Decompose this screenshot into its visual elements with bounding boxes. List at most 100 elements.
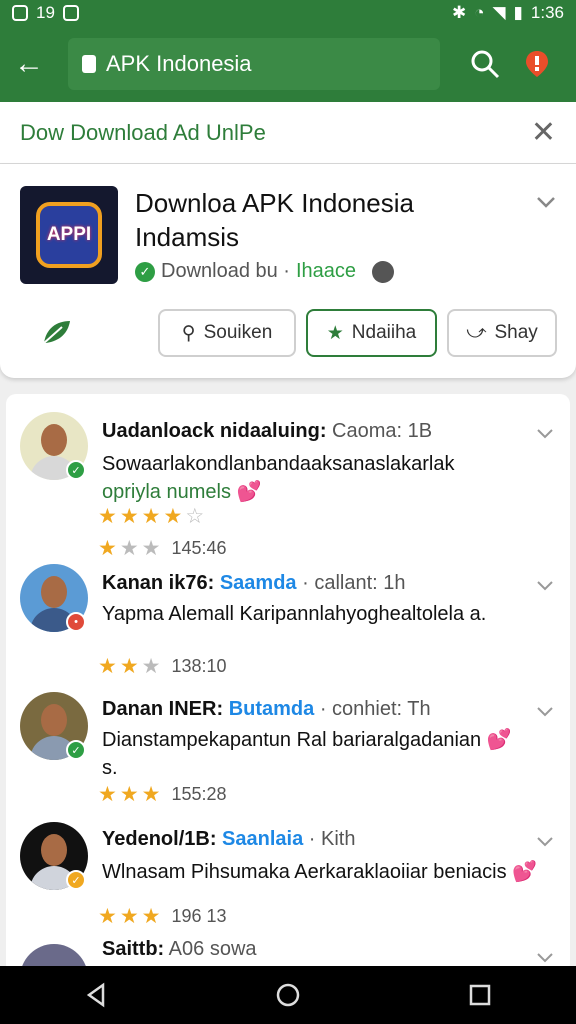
rating-stars: ★ ★ ★ 155:28 <box>98 782 227 807</box>
reviews-list: ✓ Uadanloack nidaaluing: Caoma: 1B Sowaa… <box>6 394 570 974</box>
app-card: APPI Downloa APK Indonesia Indamsis ✓ Do… <box>0 164 576 378</box>
star-icon: ★ <box>141 905 161 928</box>
star-icon: ★ <box>119 905 139 928</box>
url-bar[interactable]: APK Indonesia <box>68 38 440 90</box>
star-icon: ★ <box>141 655 161 678</box>
avatar-face <box>41 424 67 456</box>
status-time: 1:36 <box>530 3 564 22</box>
review-meta: · callant: 1h <box>302 572 406 594</box>
close-icon[interactable]: ✕ <box>531 117 556 148</box>
chevron-down-icon[interactable] <box>534 830 556 852</box>
app-publisher-line: ✓ Download bu · Ihaace <box>135 260 395 283</box>
avatar-face <box>41 834 67 866</box>
star-icon: ★ <box>141 505 161 528</box>
share-button[interactable]: ⤻ Shay <box>447 309 557 357</box>
star-icon: ★ <box>98 783 117 806</box>
globe-icon <box>372 260 395 283</box>
browser-toolbar: ← APK Indonesia <box>0 26 576 102</box>
star-icon: ★ <box>326 322 344 344</box>
chevron-down-icon[interactable] <box>534 422 556 444</box>
review-meta: A06 sowa <box>168 938 257 960</box>
app-logo: APPI <box>36 202 102 268</box>
verified-badge-icon: ✓ <box>66 460 86 480</box>
rating-stars: ★ ★ ★ 196 13 <box>98 904 227 929</box>
chevron-down-icon[interactable] <box>534 574 556 596</box>
download-banner: Dow Download Ad UnlPe ✕ <box>0 102 576 164</box>
reviewer-tag[interactable]: Saamda <box>220 572 297 594</box>
back-triangle-icon[interactable] <box>83 982 109 1008</box>
chevron-down-icon[interactable] <box>534 946 556 968</box>
star-icon: ★ <box>119 655 139 678</box>
button-label: Souiken <box>203 322 273 343</box>
avatar-face <box>41 576 67 608</box>
review-header: Kanan ik76: Saamda · callant: 1h <box>102 572 406 595</box>
app-title: Downloa APK Indonesia Indamsis <box>135 188 414 252</box>
review-header: Yedenol/1B: Saanlaia · Kith <box>102 828 355 851</box>
system-nav-bar <box>0 966 576 1024</box>
search-icon[interactable] <box>468 47 502 81</box>
status-bar: 19 ✱ ◔ ◥ ▮ 1:36 <box>0 0 576 26</box>
reviewer-tag[interactable]: Saanlaia <box>222 828 303 850</box>
review-text: Wlnasam Pihsumaka Aerkaraklaoiiar beniac… <box>102 861 538 883</box>
button-souiken[interactable]: ⚲ Souiken <box>158 309 296 357</box>
banner-text[interactable]: Dow Download Ad UnlPe <box>20 120 266 146</box>
lock-icon <box>82 55 96 73</box>
review-meta: Caoma: 1B <box>332 420 433 442</box>
review-text: Sowaarlakondlanbandaaksanaslakarlak <box>102 453 455 475</box>
rating-stars: ★ ★ ★ ★ ☆ <box>98 504 204 529</box>
leaf-icon[interactable] <box>40 317 74 347</box>
reviewer-name: Danan INER: <box>102 698 224 720</box>
battery-icon: ▮ <box>513 3 523 22</box>
review-extra: opriyla numels 💕 <box>102 481 262 503</box>
bluetooth-icon: ✱ <box>451 3 467 22</box>
star-icon: ★ <box>141 783 161 806</box>
verified-badge-icon: ✓ <box>66 740 86 760</box>
chevron-down-icon[interactable] <box>534 190 558 214</box>
review-count: 196 13 <box>171 906 227 926</box>
publisher-link[interactable]: Ihaace <box>296 260 356 283</box>
reviewer-name: Yedenol/1B: <box>102 828 217 850</box>
button-label: Shay <box>494 322 538 343</box>
share-icon: ⤻ <box>466 322 487 343</box>
review-text: Yapma Alemall Karipannlahyoghealtolela a… <box>102 603 487 625</box>
wifi-icon: ◥ <box>492 3 506 22</box>
star-icon: ★ <box>119 505 139 528</box>
review-meta: · conhiet: Th <box>319 698 431 720</box>
review-count: 138:10 <box>171 656 227 676</box>
person-icon: ⚲ <box>181 322 196 344</box>
review-meta: · Kith <box>308 828 356 850</box>
review-header: Saittb: A06 sowa <box>102 938 257 961</box>
button-label: Ndaiiha <box>351 322 417 343</box>
button-ndaiiha[interactable]: ★ Ndaiiha <box>306 309 437 357</box>
reviewer-name: Uadanloack nidaaluing: <box>102 420 327 442</box>
star-icon: ★ <box>163 505 183 528</box>
app-icon: APPI <box>20 186 118 284</box>
reviewer-name: Saittb: <box>102 938 165 960</box>
rating-stars: ★ ★ ★ 138:10 <box>98 654 227 679</box>
star-icon: ★ <box>98 655 117 678</box>
badge-icon: ✓ <box>66 870 86 890</box>
alarm-icon: ◔ <box>474 3 485 22</box>
star-icon: ★ <box>98 505 117 528</box>
status-time-left: 19 <box>36 3 55 22</box>
notification-icon <box>12 5 28 21</box>
extension-icon[interactable] <box>524 49 550 79</box>
star-icon: ★ <box>119 537 139 560</box>
reviewer-tag[interactable]: Butamda <box>229 698 315 720</box>
star-icon: ★ <box>98 537 117 560</box>
rating-stars: ★ ★ ★ 145:46 <box>98 536 227 561</box>
star-icon: ★ <box>98 905 117 928</box>
chevron-down-icon[interactable] <box>534 700 556 722</box>
star-outline-icon: ☆ <box>185 505 205 528</box>
home-circle-icon[interactable] <box>275 982 301 1008</box>
review-header: Uadanloack nidaaluing: Caoma: 1B <box>102 420 432 443</box>
review-header: Danan INER: Butamda · conhiet: Th <box>102 698 431 721</box>
star-icon: ★ <box>141 537 161 560</box>
avatar-face <box>41 704 67 736</box>
back-arrow-icon[interactable]: ← <box>14 49 54 79</box>
recents-square-icon[interactable] <box>467 982 493 1008</box>
review-count: 145:46 <box>171 538 227 558</box>
reviewer-name: Kanan ik76: <box>102 572 215 594</box>
star-icon: ★ <box>119 783 139 806</box>
verified-check-icon: ✓ <box>135 261 155 282</box>
